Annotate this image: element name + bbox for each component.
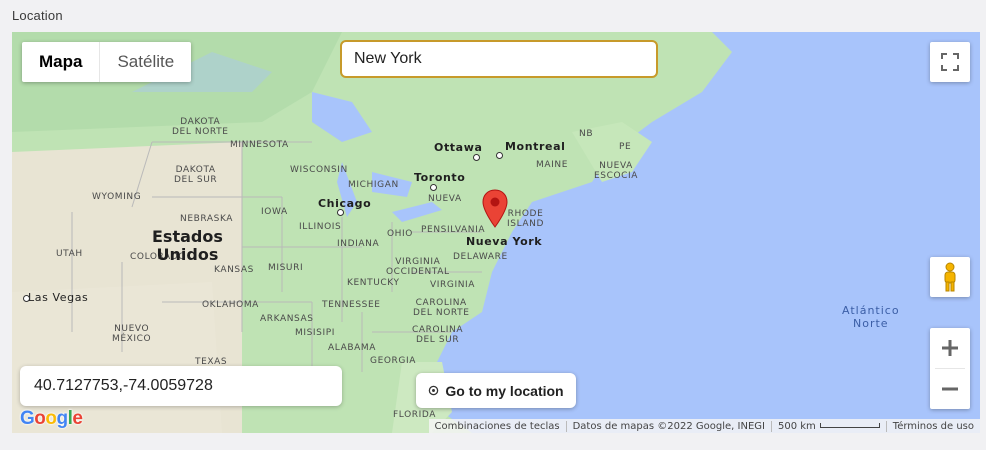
map-type-control: Mapa Satélite	[22, 42, 192, 82]
zoom-control	[930, 328, 970, 409]
label-delaware: DELAWARE	[453, 252, 508, 262]
label-maine: MAINE	[536, 160, 568, 170]
toronto-dot	[430, 184, 437, 191]
label-oklahoma: OKLAHOMA	[202, 300, 259, 310]
label-dakota-sur: DAKOTA DEL SUR	[174, 165, 218, 185]
street-view-button[interactable]	[930, 257, 970, 297]
label-ottawa: Ottawa	[434, 141, 483, 154]
map-type-map-button[interactable]: Mapa	[22, 42, 99, 82]
label-tennessee: TENNESSEE	[322, 300, 381, 310]
fullscreen-icon	[941, 53, 959, 71]
label-chicago: Chicago	[318, 197, 372, 210]
go-to-my-location-button[interactable]: Go to my location	[416, 373, 576, 408]
map-attribution: Combinaciones de teclas Datos de mapas ©…	[428, 419, 980, 433]
label-michigan: MICHIGAN	[348, 180, 399, 190]
map-type-satellite-button[interactable]: Satélite	[99, 42, 191, 82]
montreal-dot	[496, 152, 503, 159]
go-to-my-location-label: Go to my location	[445, 382, 564, 399]
label-carolina-sur: CAROLINA DEL SUR	[412, 325, 464, 345]
label-pensilvania: PENSILVANIA	[421, 225, 486, 235]
label-utah: UTAH	[56, 249, 83, 259]
coordinates-field[interactable]: 40.7127753,-74.0059728	[20, 366, 342, 406]
label-nueva-state: NUEVA	[428, 194, 462, 204]
map[interactable]: DAKOTA DEL NORTE MINNESOTA WISCONSIN MICH…	[12, 32, 980, 433]
label-pe: PE	[619, 142, 632, 152]
label-kentucky: KENTUCKY	[347, 278, 400, 288]
label-carolina-norte: CAROLINA DEL NORTE	[413, 298, 470, 318]
label-las-vegas: Las Vegas	[28, 291, 89, 304]
label-rhode-island: RHODE ISLAND	[507, 209, 545, 229]
label-montreal: Montreal	[505, 140, 566, 153]
label-kansas: KANSAS	[214, 265, 254, 275]
scale-bar	[819, 423, 880, 428]
label-illinois: ILLINOIS	[299, 222, 342, 232]
label-georgia: GEORGIA	[370, 356, 416, 366]
chicago-dot	[337, 209, 344, 216]
label-misuri: MISURI	[268, 263, 304, 273]
label-nebraska: NEBRASKA	[180, 214, 234, 224]
location-label: Location	[12, 8, 63, 23]
label-nuevo-mexico: NUEVO MÉXICO	[112, 324, 152, 344]
label-ohio: OHIO	[387, 229, 413, 239]
label-alabama: ALABAMA	[328, 343, 376, 353]
location-marker-icon[interactable]	[482, 189, 508, 229]
label-dakota-norte: DAKOTA DEL NORTE	[172, 117, 229, 137]
label-indiana: INDIANA	[337, 239, 380, 249]
label-nb: NB	[579, 129, 594, 139]
las-vegas-dot	[23, 295, 30, 302]
label-estados-unidos: Estados Unidos	[152, 227, 223, 264]
label-nueva-york: Nueva York	[466, 235, 543, 248]
label-wisconsin: WISCONSIN	[290, 165, 348, 175]
terms-link[interactable]: Términos de uso	[885, 420, 980, 432]
label-misisipi: MISISIPI	[295, 328, 336, 338]
ottawa-dot	[473, 154, 480, 161]
fullscreen-button[interactable]	[930, 42, 970, 82]
label-virginia: VIRGINIA	[430, 280, 476, 290]
zoom-in-button[interactable]	[930, 328, 970, 368]
keyboard-shortcuts-link[interactable]: Combinaciones de teclas	[429, 421, 566, 432]
map-data-text: Datos de mapas ©2022 Google, INEGI	[565, 420, 771, 432]
plus-icon	[942, 340, 958, 356]
label-iowa: IOWA	[261, 207, 288, 217]
label-atlantico-norte: Atlántico Norte	[842, 304, 900, 330]
pegman-icon	[944, 262, 956, 292]
label-wyoming: WYOMING	[92, 192, 142, 202]
zoom-out-button[interactable]	[930, 369, 970, 409]
label-virginia-occidental: VIRGINIA OCCIDENTAL	[386, 257, 450, 277]
label-minnesota: MINNESOTA	[230, 140, 289, 150]
location-target-icon	[429, 385, 439, 396]
google-logo[interactable]: Google	[20, 408, 83, 430]
search-input[interactable]	[340, 40, 658, 78]
scale-indicator[interactable]: 500 km	[770, 420, 886, 432]
scale-label: 500 km	[777, 420, 816, 432]
label-nueva-escocia: NUEVA ESCOCIA	[594, 161, 639, 181]
label-arkansas: ARKANSAS	[260, 314, 314, 324]
minus-icon	[942, 387, 958, 391]
label-toronto: Toronto	[414, 171, 466, 184]
